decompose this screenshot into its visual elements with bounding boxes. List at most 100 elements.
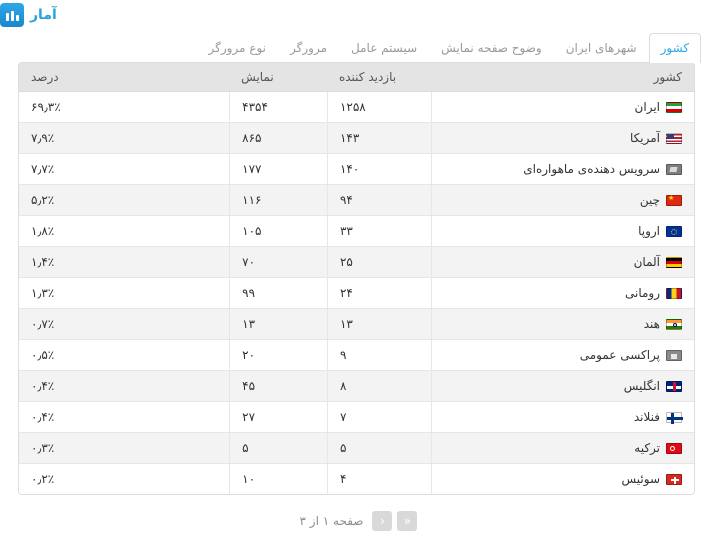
flag-usa — [666, 133, 682, 144]
cell-country: آمریکا — [431, 123, 694, 154]
tab-operating-system[interactable]: سیستم عامل — [339, 33, 429, 63]
country-label: چین — [640, 193, 660, 207]
country-label: اروپا — [638, 224, 660, 238]
tab-iran-cities[interactable]: شهرهای ایران — [554, 33, 649, 63]
cell-percent: ۰٫۴٪ — [19, 371, 229, 402]
cell-views: ۱۷۷ — [229, 154, 327, 185]
app-brand: آمار — [0, 3, 57, 27]
country-label: هند — [644, 317, 660, 331]
cell-views: ۱۰ — [229, 464, 327, 494]
cell-percent: ۰٫۲٪ — [19, 464, 229, 494]
country-label: سرویس دهنده‌ی ماهواره‌ای — [523, 162, 660, 176]
flag-uk — [666, 381, 682, 392]
country-label: انگلیس — [624, 379, 660, 393]
table-row: فنلاند ۷۲۷۰٫۴٪ — [19, 402, 694, 433]
app-header: آمار — [0, 0, 713, 30]
flag-germany — [666, 257, 682, 268]
flag-switzerland — [666, 474, 682, 485]
cell-country: هند — [431, 309, 694, 340]
cell-views: ۸۶۵ — [229, 123, 327, 154]
cell-percent: ۶۹٫۳٪ — [19, 92, 229, 123]
cell-country: اروپا — [431, 216, 694, 247]
flag-china — [666, 195, 682, 206]
cell-percent: ۵٫۲٪ — [19, 185, 229, 216]
cell-country: ایران — [431, 92, 694, 123]
table-header: کشور بازدید کننده نمایش درصد — [19, 63, 694, 92]
flag-europe — [666, 226, 682, 237]
proxy-icon — [666, 350, 682, 361]
cell-percent: ۷٫۹٪ — [19, 123, 229, 154]
country-stats-table: کشور بازدید کننده نمایش درصد ایران۱۲۵۸۴۳… — [18, 62, 695, 495]
cell-percent: ۷٫۷٪ — [19, 154, 229, 185]
country-label: آلمان — [634, 255, 660, 269]
tab-country[interactable]: کشور — [649, 33, 701, 63]
cell-views: ۴۵ — [229, 371, 327, 402]
tab-browser-type[interactable]: نوع مرورگر — [197, 33, 279, 63]
table-row: پراکسی عمومی ۹۲۰۰٫۵٪ — [19, 340, 694, 371]
cell-views: ۱۰۵ — [229, 216, 327, 247]
table-row: چین۹۴۱۱۶۵٫۲٪ — [19, 185, 694, 216]
cell-country: ترکیه — [431, 433, 694, 464]
table-header-row: کشور بازدید کننده نمایش درصد — [19, 63, 694, 92]
country-label: ایران — [635, 100, 660, 114]
country-label: آمریکا — [630, 131, 660, 145]
table-row: انگلیس۸۴۵۰٫۴٪ — [19, 371, 694, 402]
cell-views: ۲۰ — [229, 340, 327, 371]
cell-visitors: ۱۴۳ — [327, 123, 431, 154]
cell-country: فنلاند — [431, 402, 694, 433]
cell-visitors: ۲۵ — [327, 247, 431, 278]
country-label: سوئیس — [621, 472, 660, 486]
flag-iran — [666, 102, 682, 113]
cell-country: سوئیس — [431, 464, 694, 494]
cell-views: ۴۳۵۴ — [229, 92, 327, 123]
country-label: فنلاند — [634, 410, 660, 424]
first-page-button[interactable]: « — [397, 511, 417, 531]
cell-views: ۷۰ — [229, 247, 327, 278]
cell-views: ۱۳ — [229, 309, 327, 340]
stats-panel: کشور بازدید کننده نمایش درصد ایران۱۲۵۸۴۳… — [0, 62, 713, 535]
country-label: ترکیه — [634, 441, 660, 455]
bar-chart-icon — [0, 3, 24, 27]
column-header-country: کشور — [431, 63, 694, 92]
column-header-views: نمایش — [229, 63, 327, 92]
cell-visitors: ۱۳ — [327, 309, 431, 340]
cell-visitors: ۲۴ — [327, 278, 431, 309]
cell-percent: ۱٫۸٪ — [19, 216, 229, 247]
cell-visitors: ۳۳ — [327, 216, 431, 247]
tab-bar: کشور شهرهای ایران وضوح صفحه نمایش سیستم … — [0, 30, 713, 62]
tab-screen-resolution[interactable]: وضوح صفحه نمایش — [429, 33, 554, 63]
cell-visitors: ۱۲۵۸ — [327, 92, 431, 123]
cell-percent: ۱٫۴٪ — [19, 247, 229, 278]
cell-visitors: ۹ — [327, 340, 431, 371]
pagination-label: صفحه ۱ از ۳ — [296, 514, 368, 528]
country-label: پراکسی عمومی — [580, 348, 660, 362]
table-row: رومانی۲۴۹۹۱٫۳٪ — [19, 278, 694, 309]
table-row: ترکیه۵۵۰٫۳٪ — [19, 433, 694, 464]
cell-country: چین — [431, 185, 694, 216]
cell-country: رومانی — [431, 278, 694, 309]
column-header-visitors: بازدید کننده — [327, 63, 431, 92]
table-row: سوئیس ۴۱۰۰٫۲٪ — [19, 464, 694, 494]
cell-percent: ۱٫۳٪ — [19, 278, 229, 309]
cell-views: ۱۱۶ — [229, 185, 327, 216]
prev-page-button[interactable]: ‹ — [372, 511, 392, 531]
cell-visitors: ۴ — [327, 464, 431, 494]
flag-finland — [666, 412, 682, 423]
cell-percent: ۰٫۳٪ — [19, 433, 229, 464]
cell-visitors: ۷ — [327, 402, 431, 433]
table-row: ایران ۱۲۵۸۴۳۵۴۶۹٫۳٪ — [19, 92, 694, 123]
table-row: اروپا ۳۳۱۰۵۱٫۸٪ — [19, 216, 694, 247]
pagination: « ‹ صفحه ۱ از ۳ — [18, 495, 695, 535]
flag-turkey — [666, 443, 682, 454]
country-label: رومانی — [625, 286, 660, 300]
cell-country: سرویس دهنده‌ی ماهواره‌ای — [431, 154, 694, 185]
cell-percent: ۰٫۷٪ — [19, 309, 229, 340]
cell-visitors: ۱۴۰ — [327, 154, 431, 185]
column-header-percent: درصد — [19, 63, 229, 92]
cell-percent: ۰٫۵٪ — [19, 340, 229, 371]
table-row: آمریکا ۱۴۳۸۶۵۷٫۹٪ — [19, 123, 694, 154]
cell-visitors: ۵ — [327, 433, 431, 464]
cell-views: ۲۷ — [229, 402, 327, 433]
cell-percent: ۰٫۴٪ — [19, 402, 229, 433]
tab-browser[interactable]: مرورگر — [278, 33, 339, 63]
